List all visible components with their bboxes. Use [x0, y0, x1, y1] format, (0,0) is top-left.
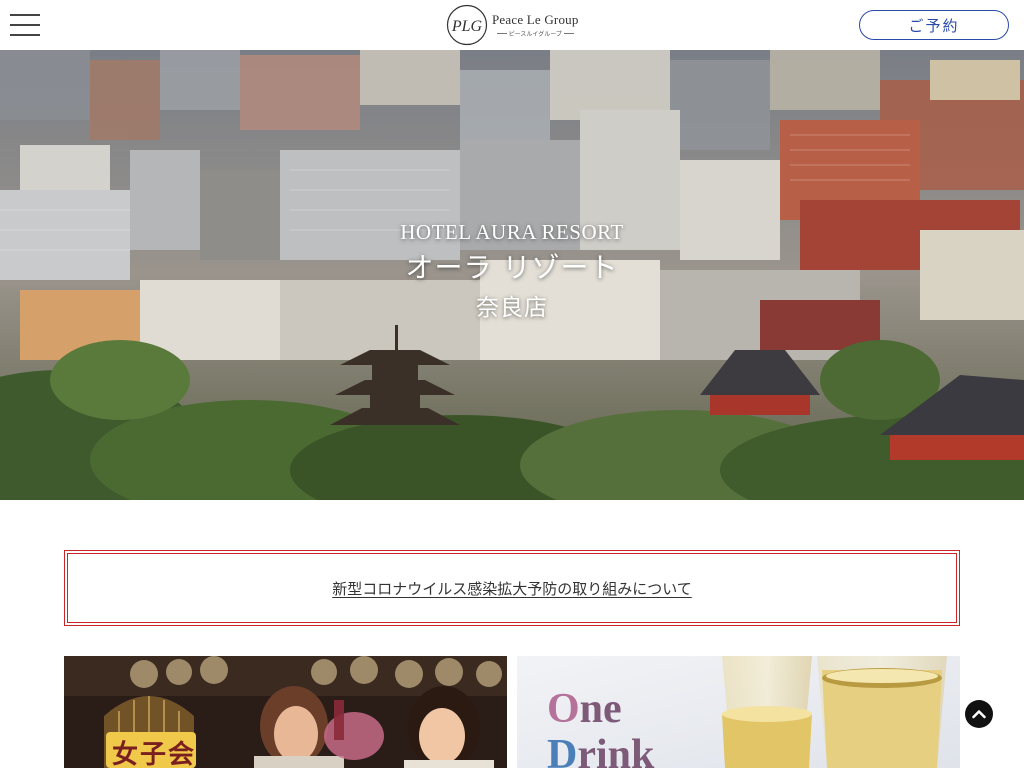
logo-text: Peace Le Group ピースルイグループ [492, 12, 579, 38]
one-drink-letter-o: O [547, 686, 580, 732]
covid-notice-link[interactable]: 新型コロナウイルス感染拡大予防の取り組みについて [332, 578, 692, 599]
one-drink-word-rink: rink [577, 732, 655, 768]
one-drink-banner[interactable]: One Drink [517, 656, 960, 768]
site-header: PLG Peace Le Group ピースルイグループ ご予約 [0, 0, 1024, 50]
brand-name: Peace Le Group [492, 12, 579, 27]
covid-notice-inner: 新型コロナウイルス感染拡大予防の取り組みについて [67, 553, 957, 623]
chevron-up-icon [972, 710, 986, 719]
hamburger-menu-icon[interactable] [10, 13, 40, 37]
site-logo[interactable]: PLG Peace Le Group ピースルイグループ [446, 4, 579, 46]
logo-monogram-text: PLG [451, 18, 483, 35]
menu-bar [10, 34, 40, 36]
hero-section: HOTEL AURA RESORT オーラ リゾート 奈良店 [0, 50, 1024, 500]
back-to-top-button[interactable] [965, 700, 993, 728]
hero-title-block: HOTEL AURA RESORT オーラ リゾート 奈良店 [0, 218, 1024, 326]
reserve-button[interactable]: ご予約 [859, 10, 1009, 40]
one-drink-letter-d: D [547, 732, 578, 768]
hero-branch-name: 奈良店 [476, 295, 548, 321]
logo-monogram-icon: PLG [446, 4, 488, 46]
covid-notice-box: 新型コロナウイルス感染拡大予防の取り組みについて [64, 550, 960, 626]
hero-title-ja: オーラ リゾート [405, 251, 619, 284]
menu-bar [10, 24, 40, 26]
brand-subtitle: ピースルイグループ [495, 29, 576, 38]
one-drink-word-ne: ne [579, 686, 622, 732]
hero-title-en: HOTEL AURA RESORT [400, 220, 624, 244]
girls-party-banner[interactable]: 女子会 [64, 656, 507, 768]
girls-party-badge: 女子会 [112, 740, 197, 768]
menu-bar [10, 14, 40, 16]
one-drink-heading: One Drink [547, 686, 654, 768]
